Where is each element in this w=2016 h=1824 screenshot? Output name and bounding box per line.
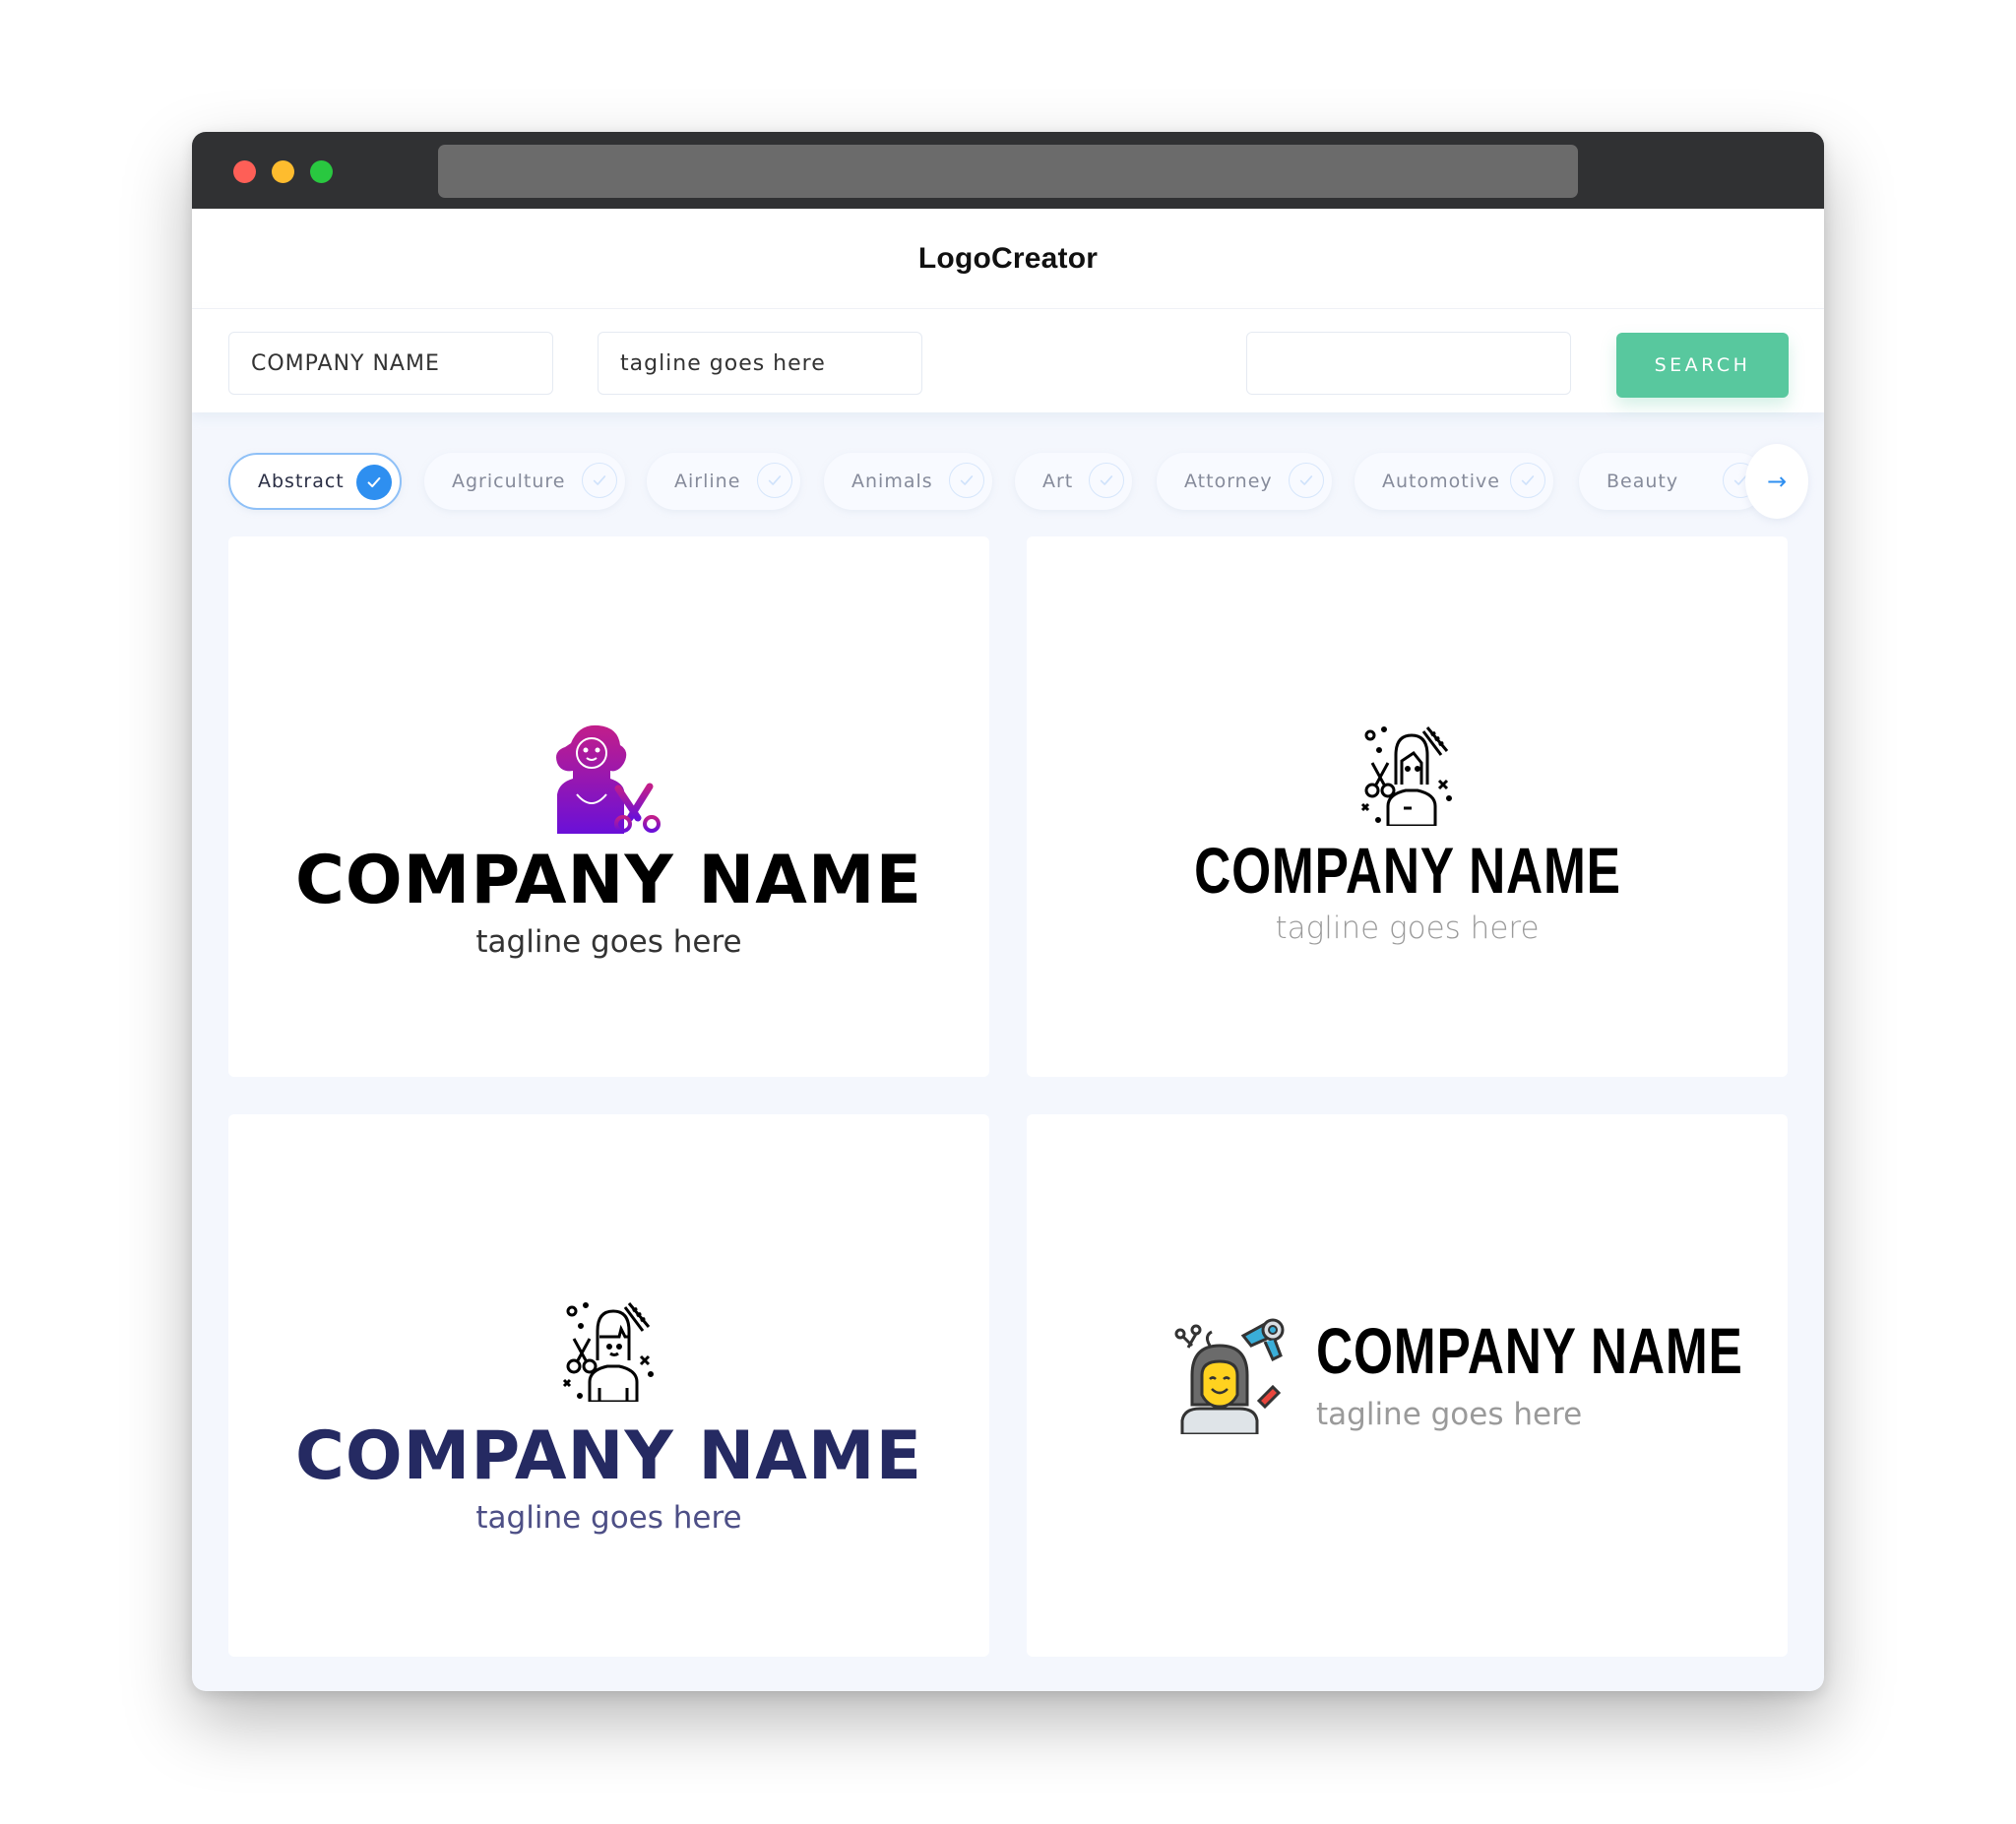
tagline: tagline goes here [475,1500,742,1536]
tagline: tagline goes here [1275,911,1540,946]
category-chip-abstract[interactable]: Abstract [228,453,402,510]
company-name: COMPANY NAME [1193,834,1621,907]
category-filter-bar: Abstract Agriculture Airline Animals Art… [228,444,1808,519]
category-label: Agriculture [452,471,566,492]
category-label: Abstract [258,471,345,492]
category-chip-beauty[interactable]: Beauty [1579,453,1766,510]
title-bar [192,132,1824,209]
category-chip-animals[interactable]: Animals [824,453,992,510]
address-bar[interactable] [438,145,1578,198]
category-label: Art [1042,471,1074,492]
company-name: COMPANY NAME [1316,1314,1743,1387]
tagline: tagline goes here [475,924,742,960]
maximize-window-button[interactable] [310,160,333,183]
company-name: COMPANY NAME [294,842,923,919]
hairdresser-outline-icon [562,1302,654,1402]
category-label: Attorney [1184,471,1273,492]
logo-card[interactable]: COMPANY NAME tagline goes here [228,1114,989,1657]
company-name-input[interactable]: COMPANY NAME [228,332,553,395]
category-label: Beauty [1606,471,1679,492]
minimize-window-button[interactable] [272,160,294,183]
check-icon [757,463,792,498]
category-chip-agriculture[interactable]: Agriculture [424,453,625,510]
category-chip-attorney[interactable]: Attorney [1157,453,1332,510]
check-icon [949,463,984,498]
tagline: tagline goes here [1316,1397,1583,1432]
app-title: LogoCreator [917,241,1099,275]
keyword-input[interactable] [1246,332,1571,395]
search-bar: COMPANY NAME tagline goes here SEARCH [192,308,1824,412]
logo-card[interactable]: COMPANY NAME tagline goes here [1027,536,1788,1077]
company-name: COMPANY NAME [294,1417,923,1495]
category-chip-art[interactable]: Art [1015,453,1132,510]
hairdresser-woman-scissors-gradient-icon [555,724,661,834]
category-chip-automotive[interactable]: Automotive [1354,453,1553,510]
category-chip-airline[interactable]: Airline [647,453,800,510]
app-header: LogoCreator [192,209,1824,308]
logo-card[interactable]: COMPANY NAME tagline goes here [228,536,989,1077]
check-icon [1510,463,1545,498]
category-label: Animals [851,471,933,492]
check-icon [356,465,392,500]
tagline-input[interactable]: tagline goes here [598,332,922,395]
salon-woman-hairdryer-color-icon [1174,1318,1285,1434]
arrow-right-icon: → [1766,468,1788,495]
search-button[interactable]: SEARCH [1616,333,1789,398]
check-icon [1089,463,1124,498]
hairdresser-outline-icon [1360,726,1452,826]
next-categories-button[interactable]: → [1745,444,1808,519]
check-icon [1289,463,1324,498]
check-icon [582,463,617,498]
category-label: Airline [674,471,741,492]
close-window-button[interactable] [233,160,256,183]
category-label: Automotive [1382,471,1500,492]
logo-card[interactable]: COMPANY NAME tagline goes here [1027,1114,1788,1657]
browser-window: LogoCreator COMPANY NAME tagline goes he… [192,132,1824,1691]
